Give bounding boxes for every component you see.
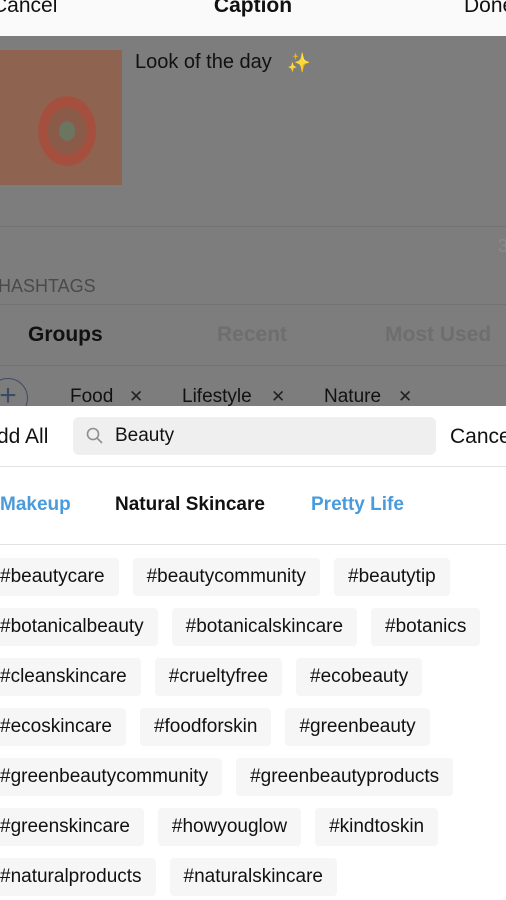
page-title: Caption bbox=[213, 0, 293, 17]
character-count: 3 bbox=[498, 236, 506, 256]
done-button[interactable]: Done bbox=[464, 0, 506, 18]
hashtag-chip[interactable]: #greenbeautycommunity bbox=[0, 758, 223, 796]
caption-text[interactable]: Look of the day bbox=[135, 51, 272, 74]
hashtag-chip[interactable]: #cleanskincare bbox=[0, 658, 141, 696]
hashtag-row: #greenbeautycommunity #greenbeautyproduct… bbox=[0, 758, 454, 796]
hashtag-chip[interactable]: #greenbeautyproducts bbox=[236, 758, 454, 796]
search-icon bbox=[86, 427, 103, 444]
hashtag-chip[interactable]: #ecoskincare bbox=[0, 708, 126, 746]
hashtag-chip[interactable]: #naturalskincare bbox=[169, 858, 337, 896]
hashtag-chip[interactable]: #howyouglow bbox=[157, 808, 302, 846]
hashtag-row: #cleanskincare #crueltyfree #ecobeauty bbox=[0, 658, 423, 696]
hashtag-chip[interactable]: #botanicalbeauty bbox=[0, 608, 158, 646]
tab-most-used[interactable]: Most Used bbox=[385, 323, 491, 347]
hashtag-chip[interactable]: #crueltyfree bbox=[154, 658, 283, 696]
category-pretty-life[interactable]: Pretty Life bbox=[311, 494, 404, 516]
hashtags-label: HASHTAGS bbox=[0, 276, 96, 296]
group-chip-food[interactable]: Food bbox=[70, 386, 113, 408]
hashtag-chip[interactable]: #foodforskin bbox=[139, 708, 272, 746]
hashtag-row: #greenskincare #howyouglow #kindtoskin bbox=[0, 808, 439, 846]
hashtag-row: #beautycare #beautycommunity #beautytip bbox=[0, 558, 450, 596]
hashtag-row: #botanicalbeauty #botanicalskincare #botan… bbox=[0, 608, 481, 646]
group-chip-lifestyle[interactable]: Lifestyle bbox=[182, 386, 252, 408]
hashtag-chip[interactable]: #botanicalskincare bbox=[171, 608, 358, 646]
search-cancel-button[interactable]: Cancel bbox=[450, 425, 506, 449]
group-chip-nature[interactable]: Nature bbox=[324, 386, 381, 408]
hashtag-chip[interactable]: #botanics bbox=[371, 608, 481, 646]
hashtag-chip[interactable]: #greenskincare bbox=[0, 808, 144, 846]
hashtag-chip[interactable]: #beautycare bbox=[0, 558, 119, 596]
category-makeup[interactable]: Makeup bbox=[0, 494, 71, 516]
hashtag-row: #ecoskincare #foodforskin #greenbeauty bbox=[0, 708, 430, 746]
category-natural-skincare[interactable]: Natural Skincare bbox=[115, 494, 265, 516]
hashtag-row: #naturalproducts #naturalskincare bbox=[0, 858, 337, 896]
remove-icon[interactable]: ✕ bbox=[398, 387, 412, 407]
search-input[interactable]: Beauty bbox=[73, 417, 436, 455]
hashtag-chip[interactable]: #greenbeauty bbox=[285, 708, 430, 746]
hashtag-chip[interactable]: #beautycommunity bbox=[132, 558, 321, 596]
hashtag-chip[interactable]: #ecobeauty bbox=[296, 658, 423, 696]
sparkles-icon: ✨ bbox=[287, 53, 311, 74]
hashtag-chip[interactable]: #beautytip bbox=[334, 558, 450, 596]
hashtag-chip[interactable]: #kindtoskin bbox=[315, 808, 439, 846]
remove-icon[interactable]: ✕ bbox=[271, 387, 285, 407]
search-value: Beauty bbox=[115, 425, 175, 446]
photo-thumbnail bbox=[0, 50, 122, 185]
tab-recent[interactable]: Recent bbox=[217, 323, 287, 347]
add-all-button[interactable]: Add All bbox=[0, 425, 48, 449]
hashtag-chip[interactable]: #naturalproducts bbox=[0, 858, 156, 896]
tab-groups[interactable]: Groups bbox=[28, 323, 103, 347]
remove-icon[interactable]: ✕ bbox=[129, 387, 143, 407]
